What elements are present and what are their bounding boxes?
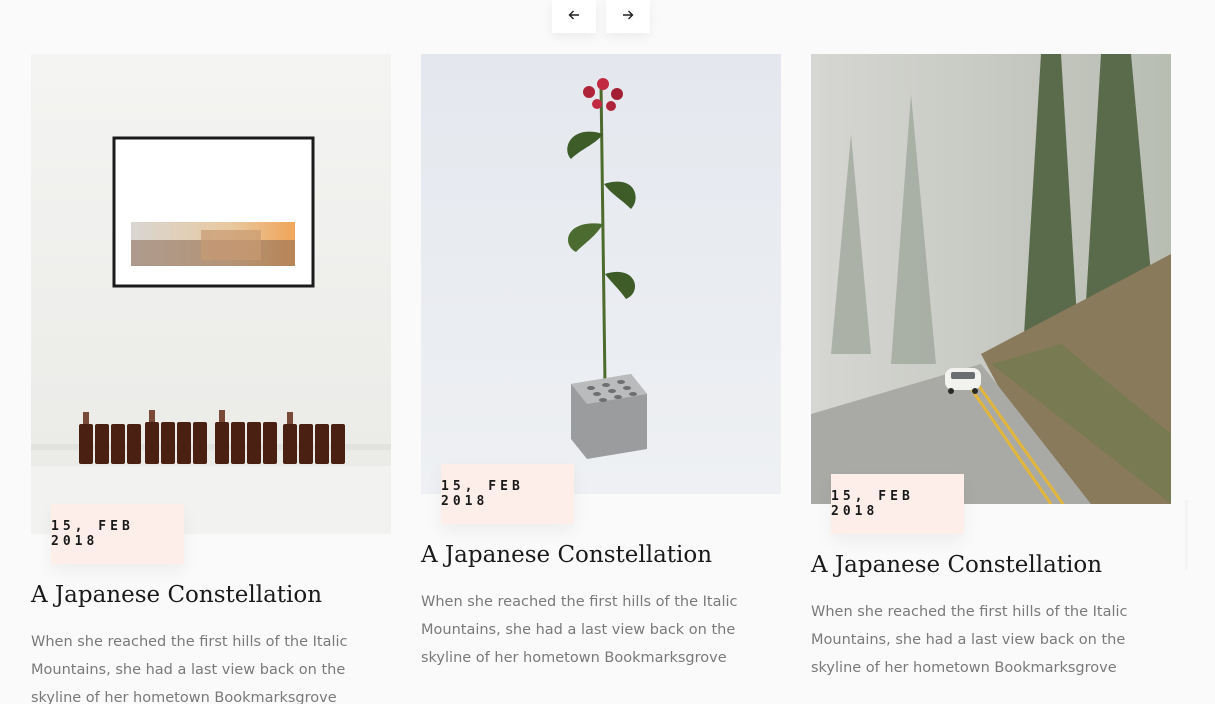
card-title[interactable]: A Japanese Constellation (811, 552, 1171, 578)
blog-card[interactable]: 15, FEB 2018 A Japanese Constellation Wh… (811, 54, 1171, 682)
carousel-next-button[interactable] (606, 0, 650, 33)
card-image-flower[interactable] (421, 54, 781, 494)
carousel-prev-button[interactable] (552, 0, 596, 33)
arrow-right-icon (622, 8, 634, 26)
card-edge-shadow (1185, 500, 1189, 570)
date-badge: 15, FEB 2018 (441, 464, 574, 524)
card-excerpt: When she reached the first hills of the … (31, 634, 348, 704)
card-excerpt: When she reached the first hills of the … (421, 594, 738, 666)
blog-carousel-section: 15, FEB 2018 A Japanese Constellation Wh… (0, 0, 1215, 704)
card-image-gallery-frame[interactable] (31, 54, 391, 534)
date-badge: 15, FEB 2018 (51, 504, 184, 564)
date-badge: 15, FEB 2018 (831, 474, 964, 534)
card-title[interactable]: A Japanese Constellation (421, 542, 781, 568)
arrow-left-icon (568, 8, 580, 26)
card-image-foggy-road[interactable] (811, 54, 1171, 504)
blog-card[interactable]: 15, FEB 2018 A Japanese Constellation Wh… (421, 54, 781, 672)
blog-card[interactable]: 15, FEB 2018 A Japanese Constellation Wh… (31, 54, 391, 704)
card-title[interactable]: A Japanese Constellation (31, 582, 391, 608)
card-excerpt: When she reached the first hills of the … (811, 604, 1128, 676)
